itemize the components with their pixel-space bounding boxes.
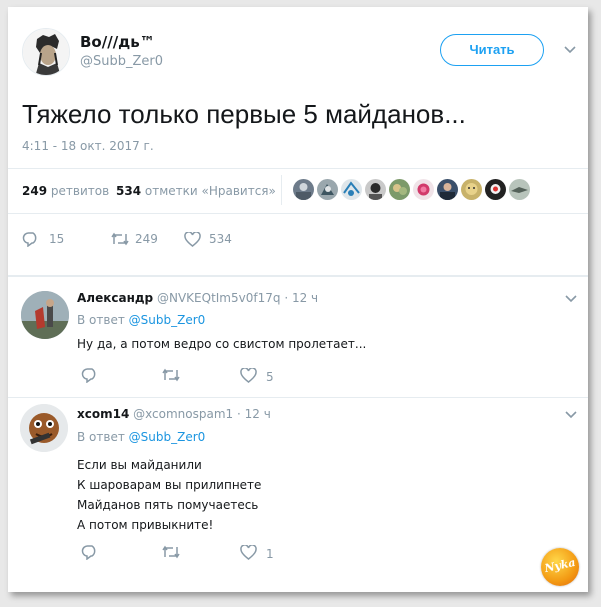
retweets-label: ретвитов: [50, 184, 110, 198]
retweet-count: 249: [135, 232, 158, 246]
tweet-timestamp[interactable]: 4:11 - 18 окт. 2017 г.: [22, 139, 154, 153]
reply-text-line: Майданов пять помучаетесь: [77, 498, 259, 512]
reply-to-handle[interactable]: @Subb_Zer0: [129, 313, 206, 327]
chevron-down-icon[interactable]: [565, 411, 577, 419]
reply-author-handle[interactable]: @NVKEQtIm5v0f17q: [157, 291, 281, 305]
heart-icon[interactable]: [184, 232, 201, 247]
reply-avatar[interactable]: [21, 291, 69, 339]
reply-author-name[interactable]: Александр: [77, 291, 153, 305]
liker-avatar[interactable]: [365, 179, 386, 200]
reply-time[interactable]: · 12 ч: [284, 291, 318, 305]
author-name[interactable]: Во///дь™: [80, 33, 155, 51]
likes-stat[interactable]: 534 отметки «Нравится»: [116, 184, 276, 198]
like-count: 534: [209, 232, 232, 246]
liker-avatar[interactable]: [389, 179, 410, 200]
retweets-count: 249: [22, 184, 48, 198]
tweet-text: Тяжело только первые 5 майданов...: [22, 99, 466, 129]
reply-header: Александр @NVKEQtIm5v0f17q · 12 ч: [77, 291, 318, 305]
reply-icon[interactable]: [81, 367, 99, 383]
reply-to-line: В ответ @Subb_Zer0: [77, 313, 205, 327]
tweet-page: Во///дь™ @Subb_Zer0 Читать Тяжело только…: [8, 7, 588, 592]
liker-avatar[interactable]: [485, 179, 506, 200]
reply-to-line: В ответ @Subb_Zer0: [77, 430, 205, 444]
likes-label: отметки «Нравится»: [144, 184, 276, 198]
reply-icon[interactable]: [81, 544, 99, 560]
liker-avatar[interactable]: [293, 179, 314, 200]
reply-text: Ну да, а потом ведро со свистом пролетае…: [77, 337, 367, 351]
watermark-text: Nyka: [543, 555, 577, 576]
reply-text-line: А потом привыкните!: [77, 518, 214, 532]
follow-button[interactable]: Читать: [440, 34, 544, 66]
reply-text-line: Если вы майданили: [77, 458, 202, 472]
liker-avatar[interactable]: [317, 179, 338, 200]
heart-icon[interactable]: [240, 368, 257, 383]
author-handle[interactable]: @Subb_Zer0: [80, 54, 163, 69]
retweet-icon[interactable]: [110, 232, 130, 246]
stats-separator: [281, 175, 282, 205]
like-count: 5: [266, 370, 274, 384]
reply-to-prefix: В ответ: [77, 430, 125, 444]
liker-avatar[interactable]: [413, 179, 434, 200]
chevron-down-icon[interactable]: [564, 46, 576, 54]
divider: [8, 168, 588, 169]
divider: [8, 397, 588, 398]
reply-icon[interactable]: [22, 231, 40, 247]
reply-avatar[interactable]: [20, 404, 68, 452]
reply-text-line: К шароварам вы прилипнете: [77, 478, 262, 492]
liker-avatar[interactable]: [509, 179, 530, 200]
liker-avatar[interactable]: [461, 179, 482, 200]
reply-to-prefix: В ответ: [77, 313, 125, 327]
reply-to-handle[interactable]: @Subb_Zer0: [129, 430, 206, 444]
author-avatar[interactable]: [22, 28, 70, 76]
reply-count: 15: [49, 232, 65, 246]
reply-text: Если вы майданили К шароварам вы прилипн…: [77, 455, 261, 535]
reply-header: xcom14 @xcomnospam1 · 12 ч: [77, 407, 271, 421]
liker-avatar[interactable]: [437, 179, 458, 200]
likes-count: 534: [116, 184, 142, 198]
divider: [8, 275, 588, 277]
divider: [8, 213, 588, 214]
reply-time[interactable]: · 12 ч: [237, 407, 271, 421]
like-count: 1: [266, 547, 274, 561]
retweets-stat[interactable]: 249 ретвитов: [22, 184, 109, 198]
reply-author-name[interactable]: xcom14: [77, 407, 129, 421]
heart-icon[interactable]: [240, 545, 257, 560]
retweet-icon[interactable]: [161, 545, 181, 559]
chevron-down-icon[interactable]: [565, 295, 577, 303]
retweet-icon[interactable]: [161, 368, 181, 382]
liker-avatar[interactable]: [341, 179, 362, 200]
reply-author-handle[interactable]: @xcomnospam1: [133, 407, 233, 421]
watermark-logo: Nyka: [541, 548, 579, 586]
